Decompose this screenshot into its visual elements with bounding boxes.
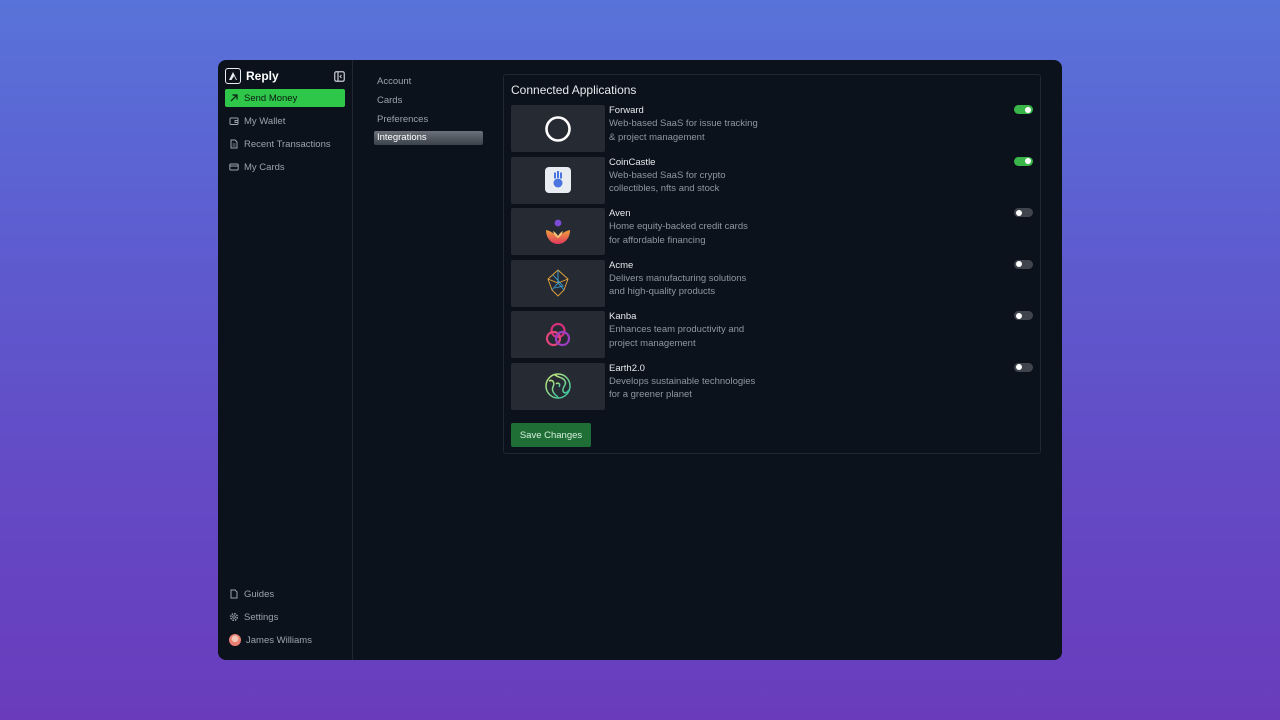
app-description: Develops sustainable technologies for a …	[609, 375, 756, 401]
subnav-item-cards[interactable]: Cards	[374, 94, 483, 108]
lotus-logo-icon	[511, 208, 605, 255]
brand-name: Reply	[246, 69, 279, 83]
arrow-up-right-icon	[230, 94, 238, 102]
app-toggle-aven[interactable]	[1014, 208, 1033, 217]
user-name: James Williams	[246, 634, 312, 646]
sidebar-collapse-icon[interactable]	[334, 70, 345, 82]
sidebar-item-label: Settings	[244, 611, 279, 623]
app-description: Delivers manufacturing solutions and hig…	[609, 272, 747, 298]
app-name: Kanba	[609, 311, 637, 322]
settings-subnav: Account Cards Preferences Integrations	[353, 60, 503, 660]
app-row-coincastle: CoinCastle Web-based SaaS for crypto col…	[511, 156, 1033, 204]
app-name: CoinCastle	[609, 156, 656, 168]
sidebar-item-send-money[interactable]: Send Money	[225, 89, 345, 107]
crystal-logo-icon	[511, 259, 605, 307]
app-description: Web-based SaaS for issue tracking & proj…	[609, 118, 758, 143]
subnav-item-account[interactable]: Account	[374, 75, 483, 89]
app-window: Reply Send Money My Wallet Recent Transa…	[218, 60, 1062, 660]
sidebar-item-label: My Cards	[244, 161, 285, 173]
app-description: Web-based SaaS for crypto collectibles, …	[609, 169, 726, 195]
sidebar-item-label: Recent Transactions	[244, 138, 331, 150]
toggle-knob	[1016, 261, 1022, 267]
sidebar: Reply Send Money My Wallet Recent Transa…	[218, 60, 353, 660]
app-name: Earth2.0	[609, 362, 645, 374]
card-icon	[229, 163, 239, 171]
sidebar-item-label: My Wallet	[244, 115, 286, 127]
sidebar-item-settings[interactable]: Settings	[225, 608, 345, 626]
sidebar-item-label: Guides	[244, 588, 275, 600]
app-row-forward: Forward Web-based SaaS for issue trackin…	[511, 105, 1033, 152]
brand: Reply	[225, 66, 345, 86]
sidebar-item-label: Send Money	[244, 92, 298, 104]
app-name: Acme	[609, 259, 634, 271]
file-icon	[230, 589, 238, 599]
app-row-aven: Aven Home equity-backed credit cards for…	[511, 208, 1033, 255]
toggle-knob	[1016, 312, 1022, 319]
toggle-knob	[1025, 158, 1031, 164]
app-toggle-forward[interactable]	[1014, 105, 1033, 114]
trefoil-logo-icon	[511, 311, 605, 358]
toggle-knob	[1016, 364, 1022, 370]
sidebar-item-my-cards[interactable]: My Cards	[225, 158, 345, 176]
document-icon	[230, 139, 238, 149]
app-description: Home equity-backed credit cards for affo…	[609, 221, 748, 246]
sidebar-item-recent-transactions[interactable]: Recent Transactions	[225, 135, 345, 153]
app-row-earth2: Earth2.0 Develops sustainable technologi…	[511, 362, 1033, 410]
app-description: Enhances team productivity and project m…	[609, 324, 745, 349]
sidebar-item-guides[interactable]: Guides	[225, 585, 345, 603]
app-row-kanba: Kanba Enhances team productivity and pro…	[511, 311, 1033, 358]
app-toggle-coincastle[interactable]	[1014, 156, 1033, 166]
app-row-acme: Acme Delivers manufacturing solutions an…	[511, 259, 1033, 307]
ring-logo-icon	[511, 105, 605, 152]
main-content: Connected Applications Forward Web-based…	[503, 60, 1062, 660]
castle-logo-icon	[511, 156, 605, 204]
app-toggle-kanba[interactable]	[1014, 311, 1033, 320]
globe-logo-icon	[511, 362, 605, 410]
reply-logo-icon	[225, 68, 241, 84]
app-name: Aven	[609, 208, 631, 219]
sidebar-bottom: Guides Settings James Williams	[225, 585, 345, 654]
connected-applications-panel: Connected Applications Forward Web-based…	[503, 74, 1041, 454]
subnav-item-integrations[interactable]: Integrations	[374, 131, 483, 146]
sidebar-item-my-wallet[interactable]: My Wallet	[225, 112, 345, 130]
app-toggle-earth2[interactable]	[1014, 362, 1033, 372]
avatar	[229, 634, 241, 646]
panel-title: Connected Applications	[511, 83, 637, 97]
toggle-knob	[1025, 106, 1031, 113]
user-profile[interactable]: James Williams	[225, 631, 345, 649]
save-changes-button[interactable]: Save Changes	[511, 423, 591, 447]
gear-icon	[230, 613, 238, 621]
wallet-icon	[229, 117, 239, 125]
toggle-knob	[1016, 209, 1022, 216]
app-toggle-acme[interactable]	[1014, 259, 1033, 269]
subnav-item-preferences[interactable]: Preferences	[374, 113, 483, 127]
app-name: Forward	[609, 105, 644, 116]
